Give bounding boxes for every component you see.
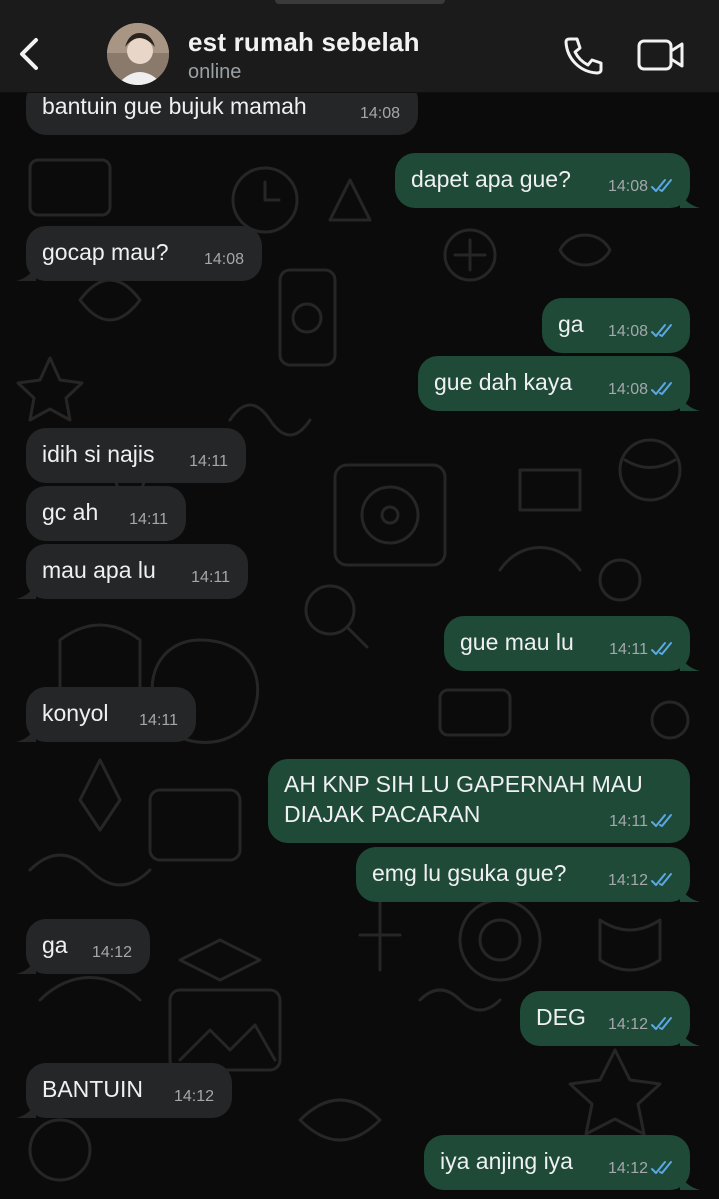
video-call-button[interactable] [636, 36, 686, 74]
message-time: 14:12 [607, 872, 648, 889]
message-incoming[interactable]: gocap mau? 14:08 [16, 226, 262, 281]
double-check-icon [651, 179, 672, 192]
double-check-icon [651, 873, 672, 886]
message-incoming[interactable]: BANTUIN 14:12 [16, 1063, 232, 1118]
bubble-tail [16, 1100, 36, 1118]
video-camera-icon [637, 39, 684, 71]
chevron-left-icon [20, 38, 38, 70]
message-outgoing[interactable]: emg lu gsuka gue? 14:12 [356, 847, 700, 902]
chat-header: est rumah sebelah online [0, 0, 719, 93]
bubble-tail [16, 724, 36, 742]
message-time: 14:11 [139, 712, 178, 729]
contact-avatar[interactable] [107, 23, 169, 85]
message-time: 14:11 [609, 813, 648, 830]
message-time: 14:08 [607, 323, 648, 340]
message-text: gue dah kaya [434, 369, 573, 395]
message-incoming[interactable]: mau apa lu 14:11 [16, 544, 248, 599]
bubble-tail [680, 1028, 700, 1046]
bubble-tail [680, 393, 700, 411]
message-text: konyol [42, 700, 109, 726]
device-notch [275, 0, 445, 4]
message-text: ga [42, 932, 68, 958]
bubble-tail [16, 956, 36, 974]
message-text: gocap mau? [42, 239, 169, 265]
message-text: gue mau lu [460, 629, 574, 655]
message-outgoing[interactable]: AH KNP SIH LU GAPERNAH MAU DIAJAK PACARA… [268, 759, 690, 843]
message-list[interactable]: bantuin gue bujuk mamah 14:08 dapet apa … [0, 0, 719, 1199]
message-text: emg lu gsuka gue? [372, 860, 567, 886]
message-time: 14:12 [607, 1160, 648, 1177]
message-incoming[interactable]: gc ah 14:11 [26, 486, 186, 541]
message-text: bantuin gue bujuk mamah [42, 93, 307, 119]
message-outgoing[interactable]: DEG 14:12 [520, 991, 700, 1046]
phone-icon [564, 37, 603, 75]
bubble-tail [16, 581, 36, 599]
back-button[interactable] [12, 34, 48, 74]
message-outgoing[interactable]: gue dah kaya 14:08 [418, 356, 700, 411]
contact-status: online [188, 61, 242, 83]
message-time: 14:11 [609, 641, 648, 658]
bubble-tail [680, 884, 700, 902]
message-time: 14:12 [91, 944, 132, 961]
bubble-tail [680, 190, 700, 208]
message-time: 14:08 [359, 105, 400, 122]
bubble-tail [680, 653, 700, 671]
message-time: 14:12 [607, 1016, 648, 1033]
double-check-icon [651, 1161, 672, 1174]
message-outgoing[interactable]: dapet apa gue? 14:08 [395, 153, 700, 208]
double-check-icon [651, 814, 672, 827]
message-text: idih si najis [42, 441, 155, 467]
message-text: dapet apa gue? [411, 166, 571, 192]
message-outgoing[interactable]: iya anjing iya 14:12 [424, 1135, 700, 1190]
bubble-tail [16, 263, 36, 281]
bubble-tail [680, 1172, 700, 1190]
message-time: 14:11 [129, 511, 168, 528]
message-text: iya anjing iya [440, 1148, 573, 1174]
message-text: ga [558, 311, 584, 337]
message-text: BANTUIN [42, 1076, 143, 1102]
message-time: 14:08 [607, 178, 648, 195]
message-time: 14:08 [203, 251, 244, 268]
message-outgoing[interactable]: ga 14:08 [542, 298, 690, 353]
message-incoming[interactable]: konyol 14:11 [16, 687, 196, 742]
double-check-icon [651, 642, 672, 655]
message-text: gc ah [42, 499, 99, 525]
message-incoming[interactable]: idih si najis 14:11 [26, 428, 246, 483]
message-time: 14:11 [191, 569, 230, 586]
double-check-icon [651, 1017, 672, 1030]
message-incoming[interactable]: ga 14:12 [16, 919, 150, 974]
message-time: 14:12 [173, 1088, 214, 1105]
contact-name[interactable]: est rumah sebelah [188, 27, 420, 58]
message-text: DEG [536, 1004, 586, 1030]
message-time: 14:11 [189, 453, 228, 470]
voice-call-button[interactable] [560, 33, 604, 77]
avatar-image [107, 23, 169, 85]
double-check-icon [651, 382, 672, 395]
message-text: mau apa lu [42, 557, 156, 583]
double-check-icon [651, 324, 672, 337]
message-time: 14:08 [607, 381, 648, 398]
message-outgoing[interactable]: gue mau lu 14:11 [444, 616, 700, 671]
